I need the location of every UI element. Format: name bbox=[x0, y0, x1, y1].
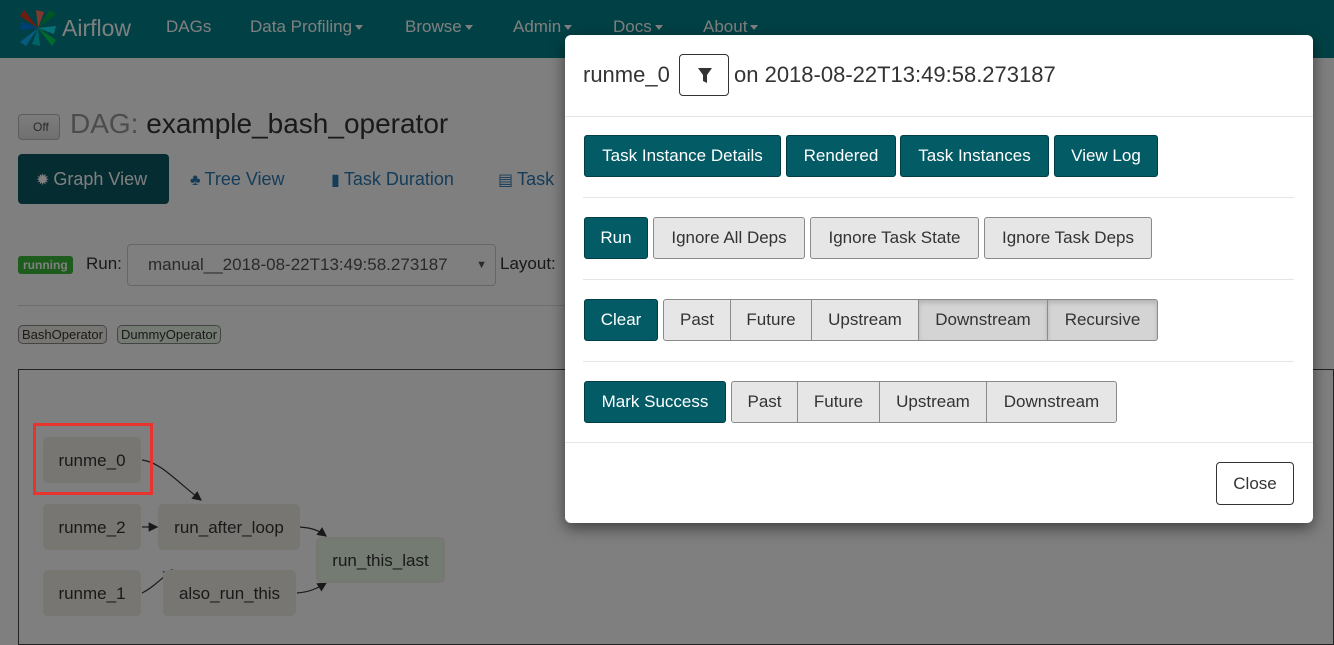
mark-success-upstream-toggle[interactable]: Upstream bbox=[879, 381, 987, 423]
filter-icon bbox=[698, 68, 712, 83]
task-instance-modal: runme_0 on 2018-08-22T13:49:58.273187 Ta… bbox=[565, 35, 1313, 523]
run-button[interactable]: Run bbox=[584, 217, 648, 259]
modal-task-id: runme_0 bbox=[583, 62, 670, 87]
clear-recursive-toggle[interactable]: Recursive bbox=[1047, 299, 1158, 341]
mark-success-button[interactable]: Mark Success bbox=[584, 381, 726, 423]
clear-downstream-toggle[interactable]: Downstream bbox=[918, 299, 1048, 341]
mark-success-past-toggle[interactable]: Past bbox=[731, 381, 798, 423]
mark-success-future-toggle[interactable]: Future bbox=[797, 381, 880, 423]
view-log-button[interactable]: View Log bbox=[1054, 135, 1158, 177]
clear-upstream-toggle[interactable]: Upstream bbox=[811, 299, 919, 341]
task-instances-button[interactable]: Task Instances bbox=[900, 135, 1049, 177]
divider bbox=[583, 197, 1294, 198]
ignore-all-deps-toggle[interactable]: Ignore All Deps bbox=[653, 217, 805, 259]
clear-button[interactable]: Clear bbox=[584, 299, 658, 341]
clear-future-toggle[interactable]: Future bbox=[730, 299, 812, 341]
close-button[interactable]: Close bbox=[1216, 462, 1294, 505]
modal-execution-date: on 2018-08-22T13:49:58.273187 bbox=[734, 62, 1056, 87]
divider bbox=[583, 279, 1294, 280]
filter-upstream-button[interactable] bbox=[679, 54, 729, 96]
selected-task-highlight bbox=[33, 423, 153, 495]
task-instance-details-button[interactable]: Task Instance Details bbox=[584, 135, 781, 177]
mark-success-downstream-toggle[interactable]: Downstream bbox=[986, 381, 1117, 423]
ignore-task-state-toggle[interactable]: Ignore Task State bbox=[810, 217, 979, 259]
modal-header: runme_0 on 2018-08-22T13:49:58.273187 bbox=[565, 35, 1313, 117]
clear-past-toggle[interactable]: Past bbox=[663, 299, 731, 341]
divider bbox=[583, 361, 1294, 362]
ignore-task-deps-toggle[interactable]: Ignore Task Deps bbox=[984, 217, 1152, 259]
modal-footer-divider bbox=[565, 442, 1313, 443]
rendered-button[interactable]: Rendered bbox=[786, 135, 896, 177]
